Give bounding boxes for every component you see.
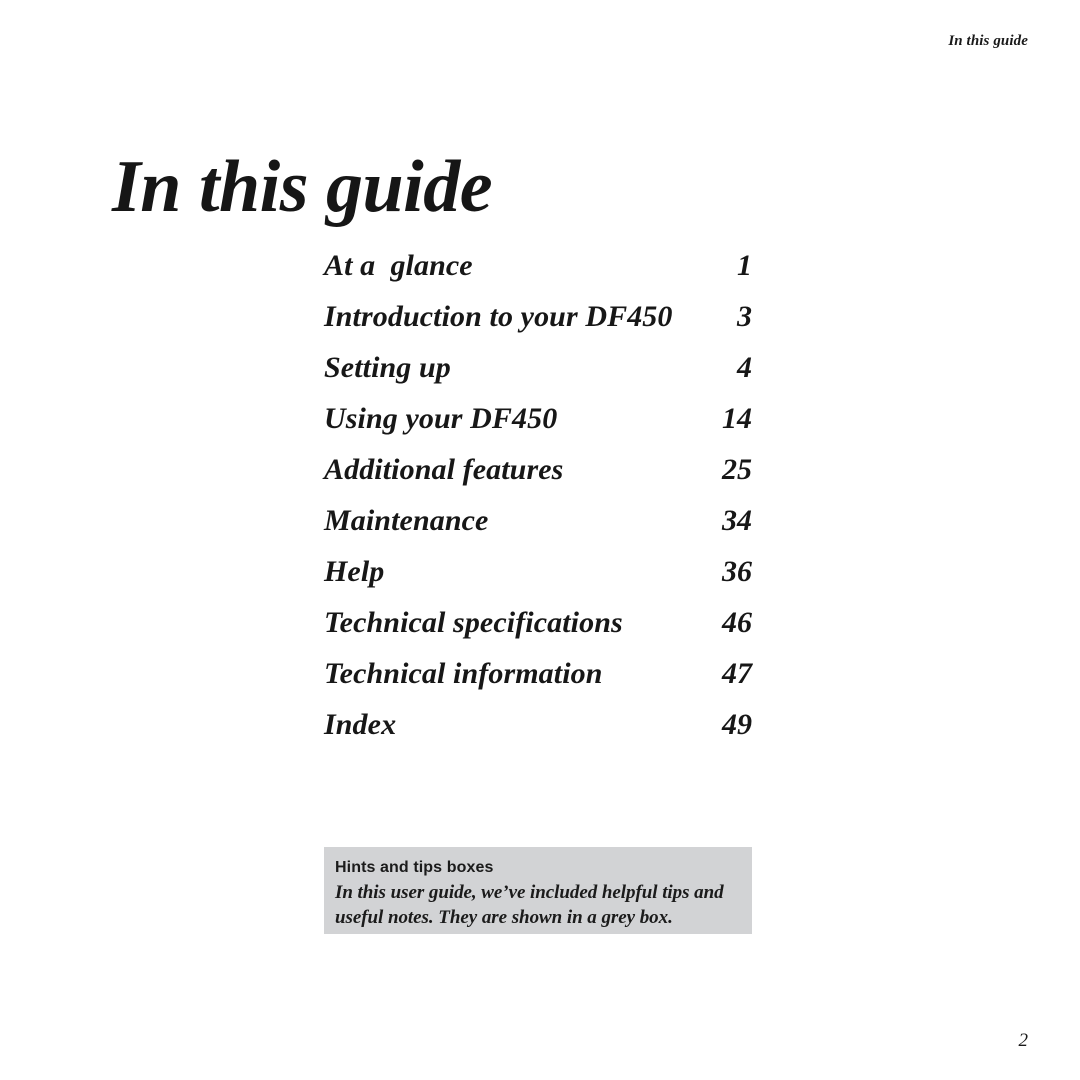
toc-entry[interactable]: Index 49 [324, 708, 752, 759]
toc-entry-label: Setting up [324, 351, 451, 384]
table-of-contents: At a glance 1 Introduction to your DF450 3 S… [324, 249, 752, 759]
toc-entry-page-number: 34 [722, 504, 752, 537]
toc-entry-label: At a glance [324, 249, 473, 282]
toc-entry-label: Additional features [324, 453, 564, 486]
toc-entry-page-number: 3 [737, 300, 752, 333]
toc-entry-page-number: 47 [722, 657, 752, 690]
document-page: In this guide In this guide At a glance 1… [0, 0, 1080, 1080]
toc-entry-page-number: 36 [722, 555, 752, 588]
running-header: In this guide [948, 33, 1028, 49]
toc-entry-label: Technical information [324, 657, 603, 690]
hints-and-tips-box: Hints and tips boxes In this user guide,… [324, 847, 752, 934]
toc-entry-label: Introduction to your DF450 [324, 300, 673, 333]
toc-entry[interactable]: Using your DF450 14 [324, 402, 752, 453]
toc-entry[interactable]: Help 36 [324, 555, 752, 606]
toc-entry[interactable]: Introduction to your DF450 3 [324, 300, 752, 351]
hints-box-heading: Hints and tips boxes [335, 859, 494, 876]
toc-entry[interactable]: At a glance 1 [324, 249, 752, 300]
toc-entry[interactable]: Technical information 47 [324, 657, 752, 708]
toc-entry-page-number: 14 [722, 402, 752, 435]
toc-entry-label: Help [324, 555, 385, 588]
toc-entry-page-number: 46 [722, 606, 752, 639]
toc-entry-page-number: 1 [737, 249, 752, 282]
toc-entry[interactable]: Setting up 4 [324, 351, 752, 402]
page-number: 2 [1018, 1030, 1029, 1051]
hints-box-body: In this user guide, we’ve included helpf… [335, 882, 724, 928]
toc-entry-page-number: 4 [737, 351, 752, 384]
toc-entry[interactable]: Additional features 25 [324, 453, 752, 504]
toc-entry-label: Index [324, 708, 397, 741]
toc-entry-label: Using your DF450 [324, 402, 558, 435]
toc-entry-page-number: 49 [722, 708, 752, 741]
toc-entry[interactable]: Maintenance 34 [324, 504, 752, 555]
toc-entry-label: Technical specifications [324, 606, 623, 639]
toc-entry-page-number: 25 [722, 453, 752, 486]
toc-entry-label: Maintenance [324, 504, 489, 537]
page-title: In this guide [112, 145, 493, 228]
toc-entry[interactable]: Technical specifications 46 [324, 606, 752, 657]
